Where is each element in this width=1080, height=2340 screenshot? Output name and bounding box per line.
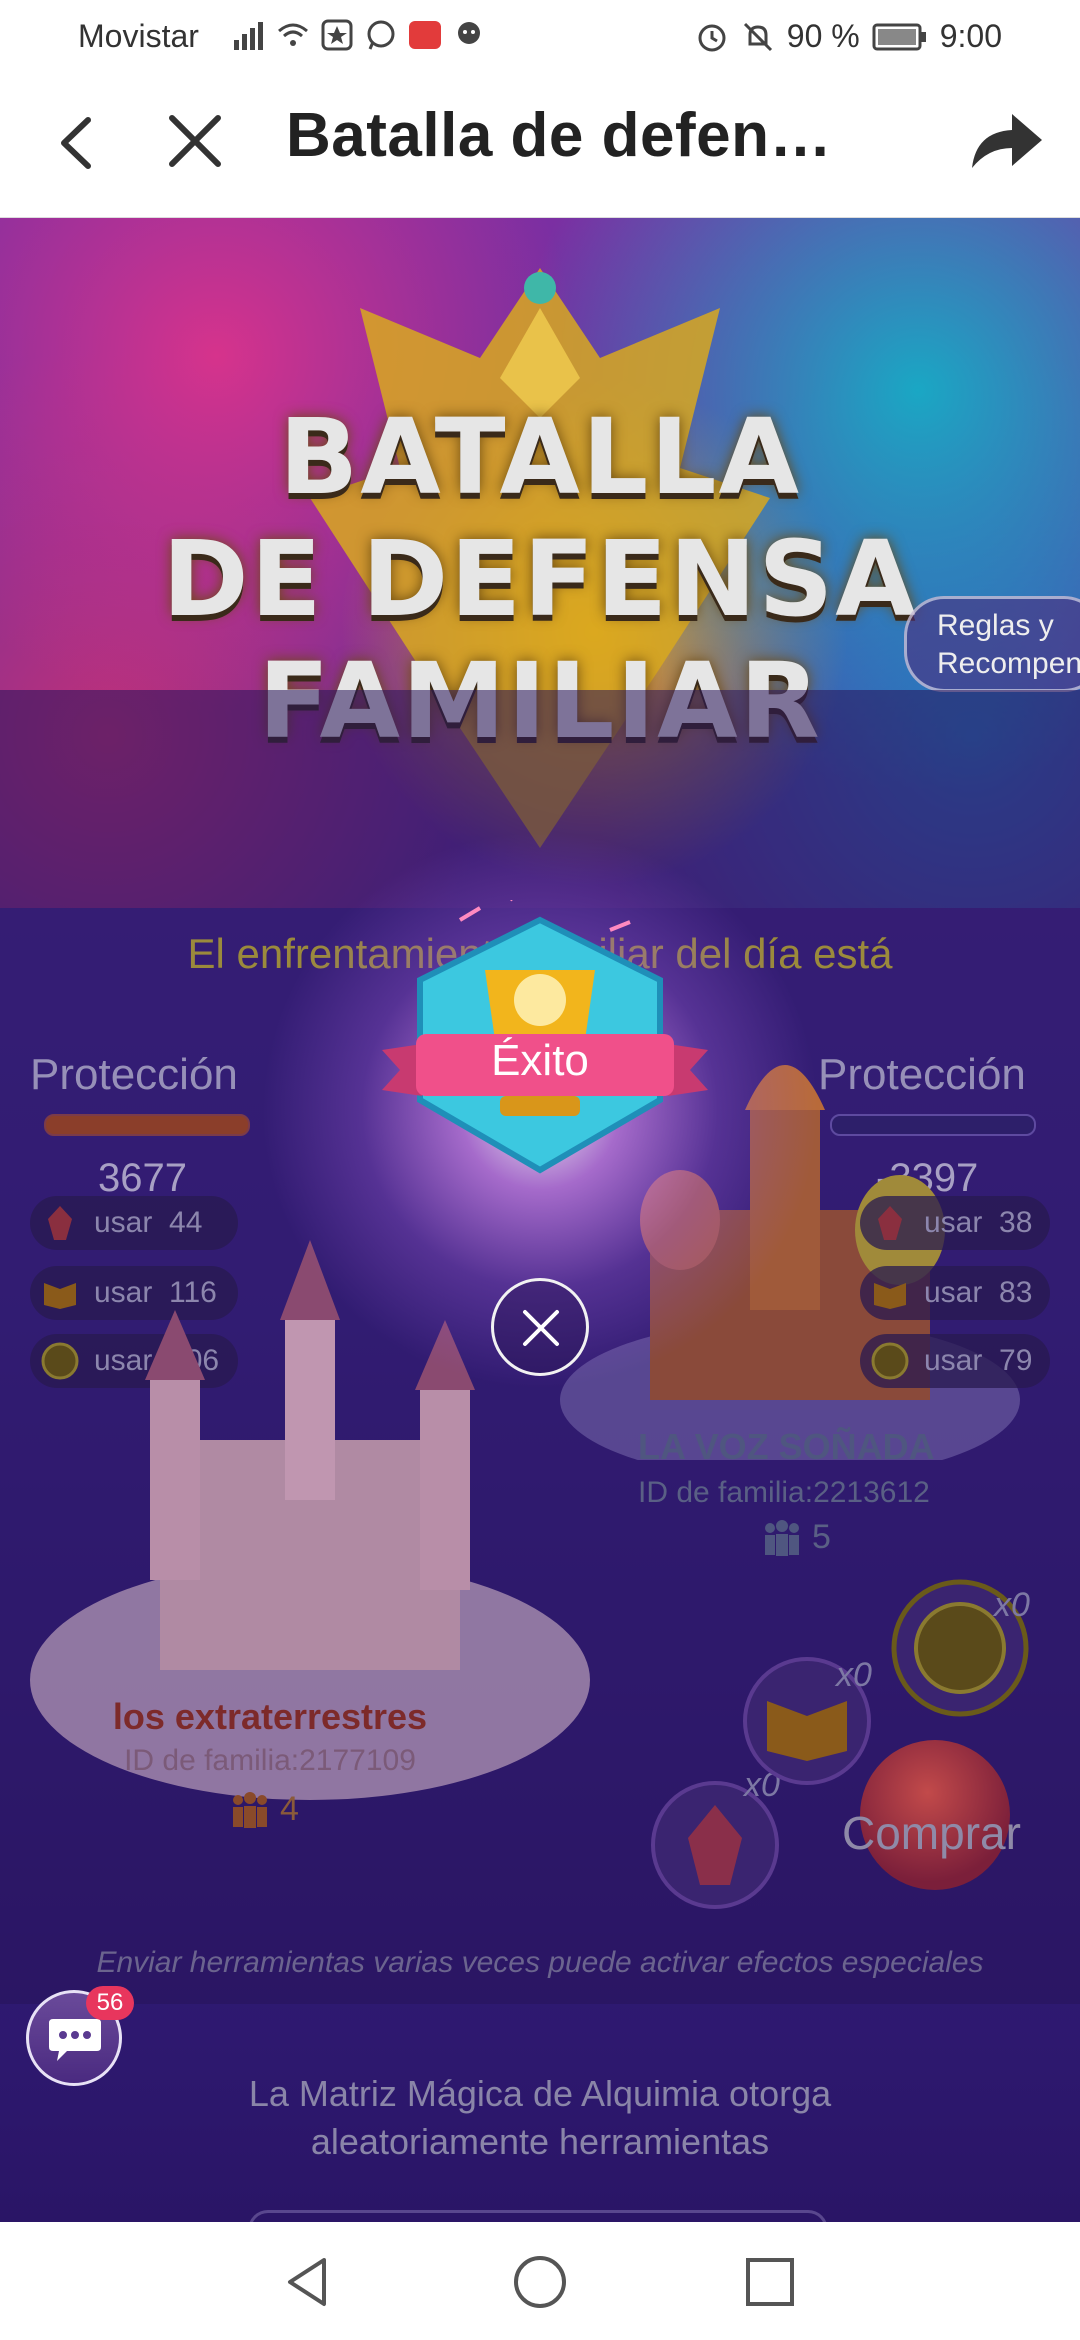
wifi-icon xyxy=(278,23,308,46)
right-family-id: ID de familia:2213612 xyxy=(638,1476,930,1509)
right-members-count: 5 xyxy=(812,1518,831,1556)
tool-hint: Enviar herramientas varias veces puede a… xyxy=(96,1946,984,1979)
close-icon[interactable] xyxy=(160,106,230,176)
mute-icon xyxy=(743,22,772,51)
members-icon xyxy=(765,1519,799,1556)
right-tool-crystal-label: usar 38 xyxy=(924,1206,1033,1239)
chevron-left-icon[interactable] xyxy=(48,108,108,178)
alchemy-text: La Matriz Mágica de Alquimia otorga alea… xyxy=(0,2070,1080,2166)
alchemy-line-1: La Matriz Mágica de Alquimia otorga xyxy=(248,2073,832,2114)
crystal-icon xyxy=(878,1206,902,1240)
right-members: 5 xyxy=(762,1518,831,1557)
left-tool-crystal-label: usar 44 xyxy=(94,1206,203,1239)
right-tool-orb[interactable]: usar 79 xyxy=(860,1334,1050,1388)
status-bar: Movistar 90 % 9:00 xyxy=(0,0,1080,72)
members-icon xyxy=(233,1791,267,1828)
status-right: 90 % 9:00 xyxy=(695,18,1002,55)
orb-icon xyxy=(871,1342,909,1380)
right-team-name[interactable]: LA VOZ SOÑADA xyxy=(638,1426,935,1468)
success-title: Éxito xyxy=(491,1036,589,1085)
right-tool-book[interactable]: usar 83 xyxy=(860,1266,1050,1320)
huawei-icon xyxy=(409,21,441,49)
alchemy-line-2: aleatoriamente herramientas xyxy=(310,2121,770,2162)
whatsapp-icon xyxy=(367,20,395,50)
left-protection-bar xyxy=(44,1114,250,1136)
battery-percent: 90 % xyxy=(786,18,860,54)
book-icon xyxy=(874,1283,906,1309)
signal-icon xyxy=(234,22,263,50)
orb-tool-count: x0 xyxy=(994,1586,1030,1624)
left-members: 4 xyxy=(230,1790,299,1829)
chat-unread-badge: 56 xyxy=(86,1986,134,2020)
left-members-count: 4 xyxy=(280,1790,299,1828)
nav-home-icon[interactable] xyxy=(510,2252,570,2312)
chat-bubble-icon xyxy=(49,2019,101,2061)
title-bar: Batalla de defen… xyxy=(0,72,1080,218)
page-title: Batalla de defen… xyxy=(286,101,832,170)
status-icons xyxy=(232,18,486,52)
star-app-icon xyxy=(321,19,353,51)
system-nav-bar xyxy=(0,2222,1080,2340)
modal-close-button[interactable] xyxy=(491,1278,589,1376)
left-score: 3677 xyxy=(98,1156,187,1200)
carrier-name: Movistar xyxy=(78,18,199,54)
messenger-icon xyxy=(458,22,480,44)
right-tool-book-label: usar 83 xyxy=(924,1276,1033,1309)
right-tool-crystal[interactable]: usar 38 xyxy=(860,1196,1050,1250)
close-icon xyxy=(523,1310,559,1346)
nav-recents-icon[interactable] xyxy=(740,2252,800,2312)
buy-button-label: Comprar xyxy=(842,1807,1021,1859)
right-tool-orb-label: usar 79 xyxy=(924,1344,1033,1377)
left-family-id: ID de familia:2177109 xyxy=(124,1744,416,1777)
nav-back-icon[interactable] xyxy=(278,2252,338,2312)
banner-title-line-1: BATALLA xyxy=(278,396,802,518)
crystal-icon xyxy=(48,1206,72,1240)
rules-rewards-button[interactable]: Reglas y Recompensa xyxy=(904,596,1080,692)
clock: 9:00 xyxy=(939,18,1002,54)
left-team-name[interactable]: los extraterrestres xyxy=(0,1696,540,1738)
book-tool-count: x0 xyxy=(836,1656,872,1694)
battery-icon xyxy=(872,23,926,50)
alarm-icon xyxy=(698,24,726,51)
share-icon[interactable] xyxy=(966,102,1046,182)
